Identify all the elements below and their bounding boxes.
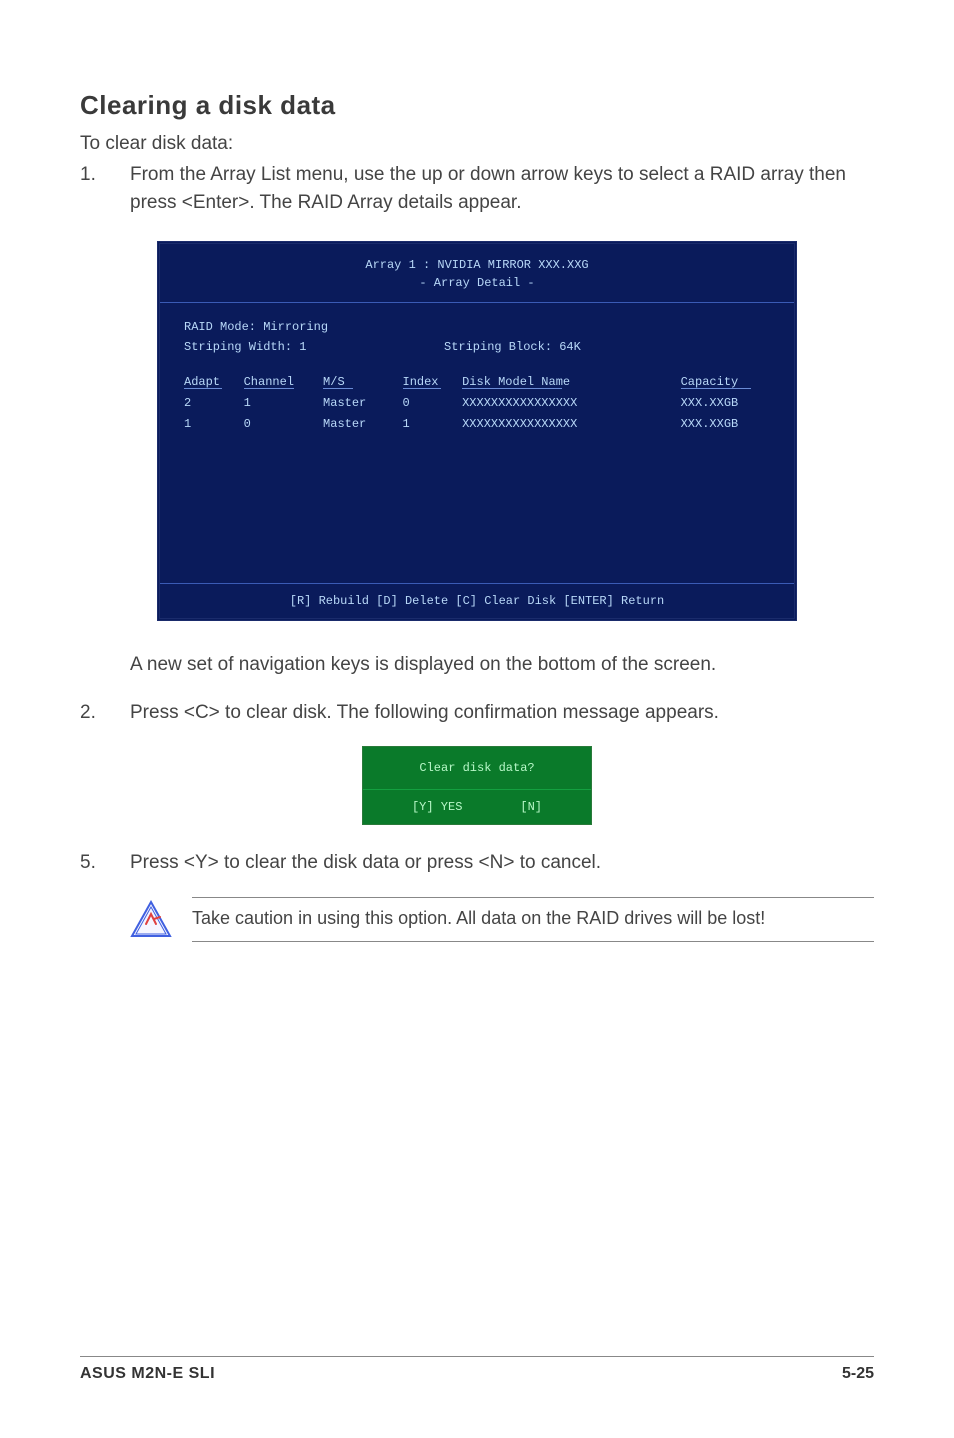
step-text: Press <C> to clear disk. The following c… [130, 699, 874, 727]
bios-body: RAID Mode: Mirroring Striping Width: 1 S… [160, 303, 794, 583]
intro-text: To clear disk data: [80, 133, 874, 155]
step-text: A new set of navigation keys is displaye… [130, 651, 874, 679]
table-row: 2 1 Master 0 XXXXXXXXXXXXXXXX XXX.XXGB [184, 393, 770, 413]
step-5: 5. Press <Y> to clear the disk data or p… [80, 849, 874, 877]
step-text: Press <Y> to clear the disk data or pres… [130, 849, 874, 877]
col-ms-label: M/S [323, 375, 345, 389]
cell-adapt: 1 [184, 414, 244, 434]
confirm-dialog: Clear disk data? [Y] YES [N] [362, 746, 592, 825]
cell-adapt: 2 [184, 393, 244, 413]
cell-model: XXXXXXXXXXXXXXXX [462, 393, 681, 413]
step-1: 1. From the Array List menu, use the up … [80, 161, 874, 216]
striping-block: Striping Block: 64K [444, 337, 581, 357]
dialog-title: Clear disk data? [363, 747, 591, 790]
raid-mode: RAID Mode: Mirroring [184, 317, 770, 337]
dialog-yes: [Y] YES [392, 800, 482, 814]
col-index-label: Index [403, 375, 439, 389]
bios-title-line2: - Array Detail - [160, 274, 794, 292]
page-footer: ASUS M2N-E SLI 5-25 [80, 1356, 874, 1383]
cell-channel: 0 [244, 414, 323, 434]
bios-header: Array 1 : NVIDIA MIRROR XXX.XXG - Array … [160, 244, 794, 303]
step-number: 2. [80, 699, 130, 727]
step-number: 1. [80, 161, 130, 216]
footer-product: ASUS M2N-E SLI [80, 1365, 215, 1383]
col-adapt-label: Adapt [184, 375, 220, 389]
cell-cap: XXX.XXGB [681, 393, 770, 413]
cell-index: 1 [403, 414, 463, 434]
step-text: From the Array List menu, use the up or … [130, 161, 874, 216]
cell-ms: Master [323, 393, 402, 413]
step-2: 2. Press <C> to clear disk. The followin… [80, 699, 874, 727]
bios-panel: Array 1 : NVIDIA MIRROR XXX.XXG - Array … [157, 241, 797, 621]
step-1b: A new set of navigation keys is displaye… [80, 651, 874, 679]
cell-index: 0 [403, 393, 463, 413]
cell-model: XXXXXXXXXXXXXXXX [462, 414, 681, 434]
dialog-no: [N] [500, 800, 562, 814]
cell-ms: Master [323, 414, 402, 434]
step-spacer [80, 651, 130, 679]
striping-width: Striping Width: 1 [184, 337, 444, 357]
dialog-options: [Y] YES [N] [363, 790, 591, 824]
bios-title-line1: Array 1 : NVIDIA MIRROR XXX.XXG [160, 256, 794, 274]
table-row: 1 0 Master 1 XXXXXXXXXXXXXXXX XXX.XXGB [184, 414, 770, 434]
warning-callout: Take caution in using this option. All d… [130, 897, 874, 942]
footer-page-number: 5-25 [842, 1365, 874, 1383]
col-model-label: Disk Model Name [462, 375, 570, 389]
bios-footer: [R] Rebuild [D] Delete [C] Clear Disk [E… [160, 583, 794, 618]
section-title: Clearing a disk data [80, 90, 874, 121]
col-channel-label: Channel [244, 375, 294, 389]
cell-channel: 1 [244, 393, 323, 413]
warning-triangle-icon [130, 900, 172, 938]
step-number: 5. [80, 849, 130, 877]
col-cap-label: Capacity [681, 375, 739, 389]
bios-table-header: Adapt Channel M/S Index Disk Model Name … [184, 372, 770, 393]
warning-text: Take caution in using this option. All d… [192, 906, 874, 931]
cell-cap: XXX.XXGB [681, 414, 770, 434]
